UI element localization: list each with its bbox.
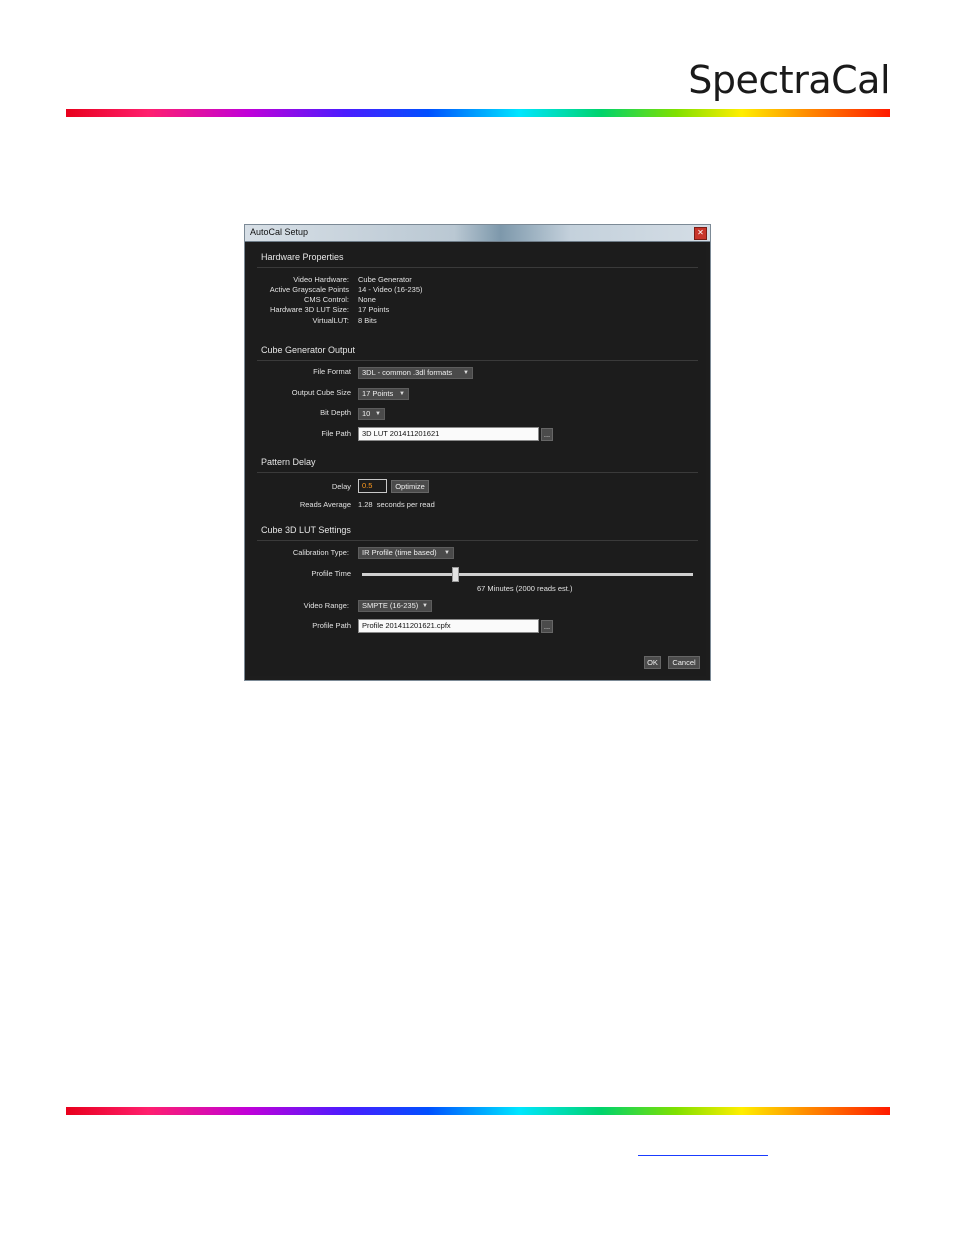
section-cube-generator-output: Cube Generator Output xyxy=(261,345,356,355)
profile-path-browse-button[interactable]: ... xyxy=(541,620,553,633)
hardware-lut-size-value: 17 Points xyxy=(358,305,390,314)
divider xyxy=(257,267,698,268)
output-cube-size-value: 17 Points xyxy=(362,389,394,398)
profile-time-slider-track[interactable] xyxy=(362,573,693,576)
video-range-label: Video Range: xyxy=(303,601,349,610)
section-pattern-delay: Pattern Delay xyxy=(261,457,316,467)
virtuallut-value: 8 Bits xyxy=(358,316,377,325)
file-format-label: File Format xyxy=(313,367,351,376)
dialog-titlebar[interactable]: AutoCal Setup ✕ xyxy=(245,225,710,242)
divider xyxy=(257,540,698,541)
optimize-button[interactable]: Optimize xyxy=(391,480,429,493)
chevron-down-icon: ▼ xyxy=(399,391,405,397)
bit-depth-dropdown[interactable]: 10 ▼ xyxy=(358,408,385,420)
profile-time-label: Profile Time xyxy=(311,569,351,578)
profile-time-estimate: 67 Minutes (2000 reads est.) xyxy=(477,584,573,593)
calibration-type-value: IR Profile (time based) xyxy=(362,548,437,557)
rainbow-divider-top xyxy=(66,109,890,117)
reads-average-unit: seconds per read xyxy=(376,500,435,509)
dialog-body: Hardware Properties Video Hardware: Cube… xyxy=(249,242,706,676)
bit-depth-label: Bit Depth xyxy=(320,408,351,417)
cms-control-label: CMS Control: xyxy=(303,295,349,304)
hyperlink-underline[interactable] xyxy=(638,1155,768,1156)
profile-path-label: Profile Path xyxy=(312,621,351,630)
reads-average-label: Reads Average xyxy=(299,500,351,509)
reads-average-value: 1.28 seconds per read xyxy=(358,500,435,509)
delay-label: Delay xyxy=(331,482,351,491)
reads-average-number: 1.28 xyxy=(358,500,373,509)
file-path-input[interactable]: 3D LUT 201411201621 xyxy=(358,427,539,441)
virtuallut-label: VirtualLUT: xyxy=(312,316,349,325)
chevron-down-icon: ▼ xyxy=(375,411,381,417)
divider xyxy=(257,360,698,361)
video-hardware-value: Cube Generator xyxy=(358,275,412,284)
file-format-value: 3DL - common .3dl formats xyxy=(362,368,453,377)
video-range-value: SMPTE (16-235) xyxy=(362,601,419,610)
bit-depth-value: 10 xyxy=(362,409,371,418)
file-format-dropdown[interactable]: 3DL - common .3dl formats ▼ xyxy=(358,367,473,379)
cancel-button[interactable]: Cancel xyxy=(668,656,700,669)
rainbow-divider-bottom xyxy=(66,1107,890,1115)
hardware-lut-size-label: Hardware 3D LUT Size: xyxy=(269,305,349,314)
profile-time-slider-thumb[interactable] xyxy=(451,567,459,582)
output-cube-size-label: Output Cube Size xyxy=(291,388,351,397)
delay-input[interactable]: 0.5 xyxy=(358,479,387,493)
cms-control-value: None xyxy=(358,295,376,304)
chevron-down-icon: ▼ xyxy=(444,550,450,556)
section-cube-3d-lut-settings: Cube 3D LUT Settings xyxy=(261,525,351,535)
chevron-down-icon: ▼ xyxy=(463,370,469,376)
spectracal-logo: SpectraCal xyxy=(688,58,890,102)
video-range-dropdown[interactable]: SMPTE (16-235) ▼ xyxy=(358,600,432,612)
video-hardware-label: Video Hardware: xyxy=(293,275,349,284)
file-path-browse-button[interactable]: ... xyxy=(541,428,553,441)
file-path-label: File Path xyxy=(321,429,351,438)
close-icon[interactable]: ✕ xyxy=(694,227,707,240)
chevron-down-icon: ▼ xyxy=(422,603,428,609)
section-hardware-properties: Hardware Properties xyxy=(261,252,344,262)
profile-path-input[interactable]: Profile 201411201621.cpfx xyxy=(358,619,539,633)
calibration-type-dropdown[interactable]: IR Profile (time based) ▼ xyxy=(358,547,454,559)
calibration-type-label: Calibration Type: xyxy=(292,548,349,557)
autocal-setup-dialog: AutoCal Setup ✕ Hardware Properties Vide… xyxy=(244,224,711,681)
dialog-title: AutoCal Setup xyxy=(250,227,309,237)
output-cube-size-dropdown[interactable]: 17 Points ▼ xyxy=(358,388,409,400)
grayscale-points-label: Active Grayscale Points xyxy=(269,285,349,294)
ok-button[interactable]: OK xyxy=(644,656,661,669)
divider xyxy=(257,472,698,473)
grayscale-points-value: 14 - Video (16-235) xyxy=(358,285,423,294)
